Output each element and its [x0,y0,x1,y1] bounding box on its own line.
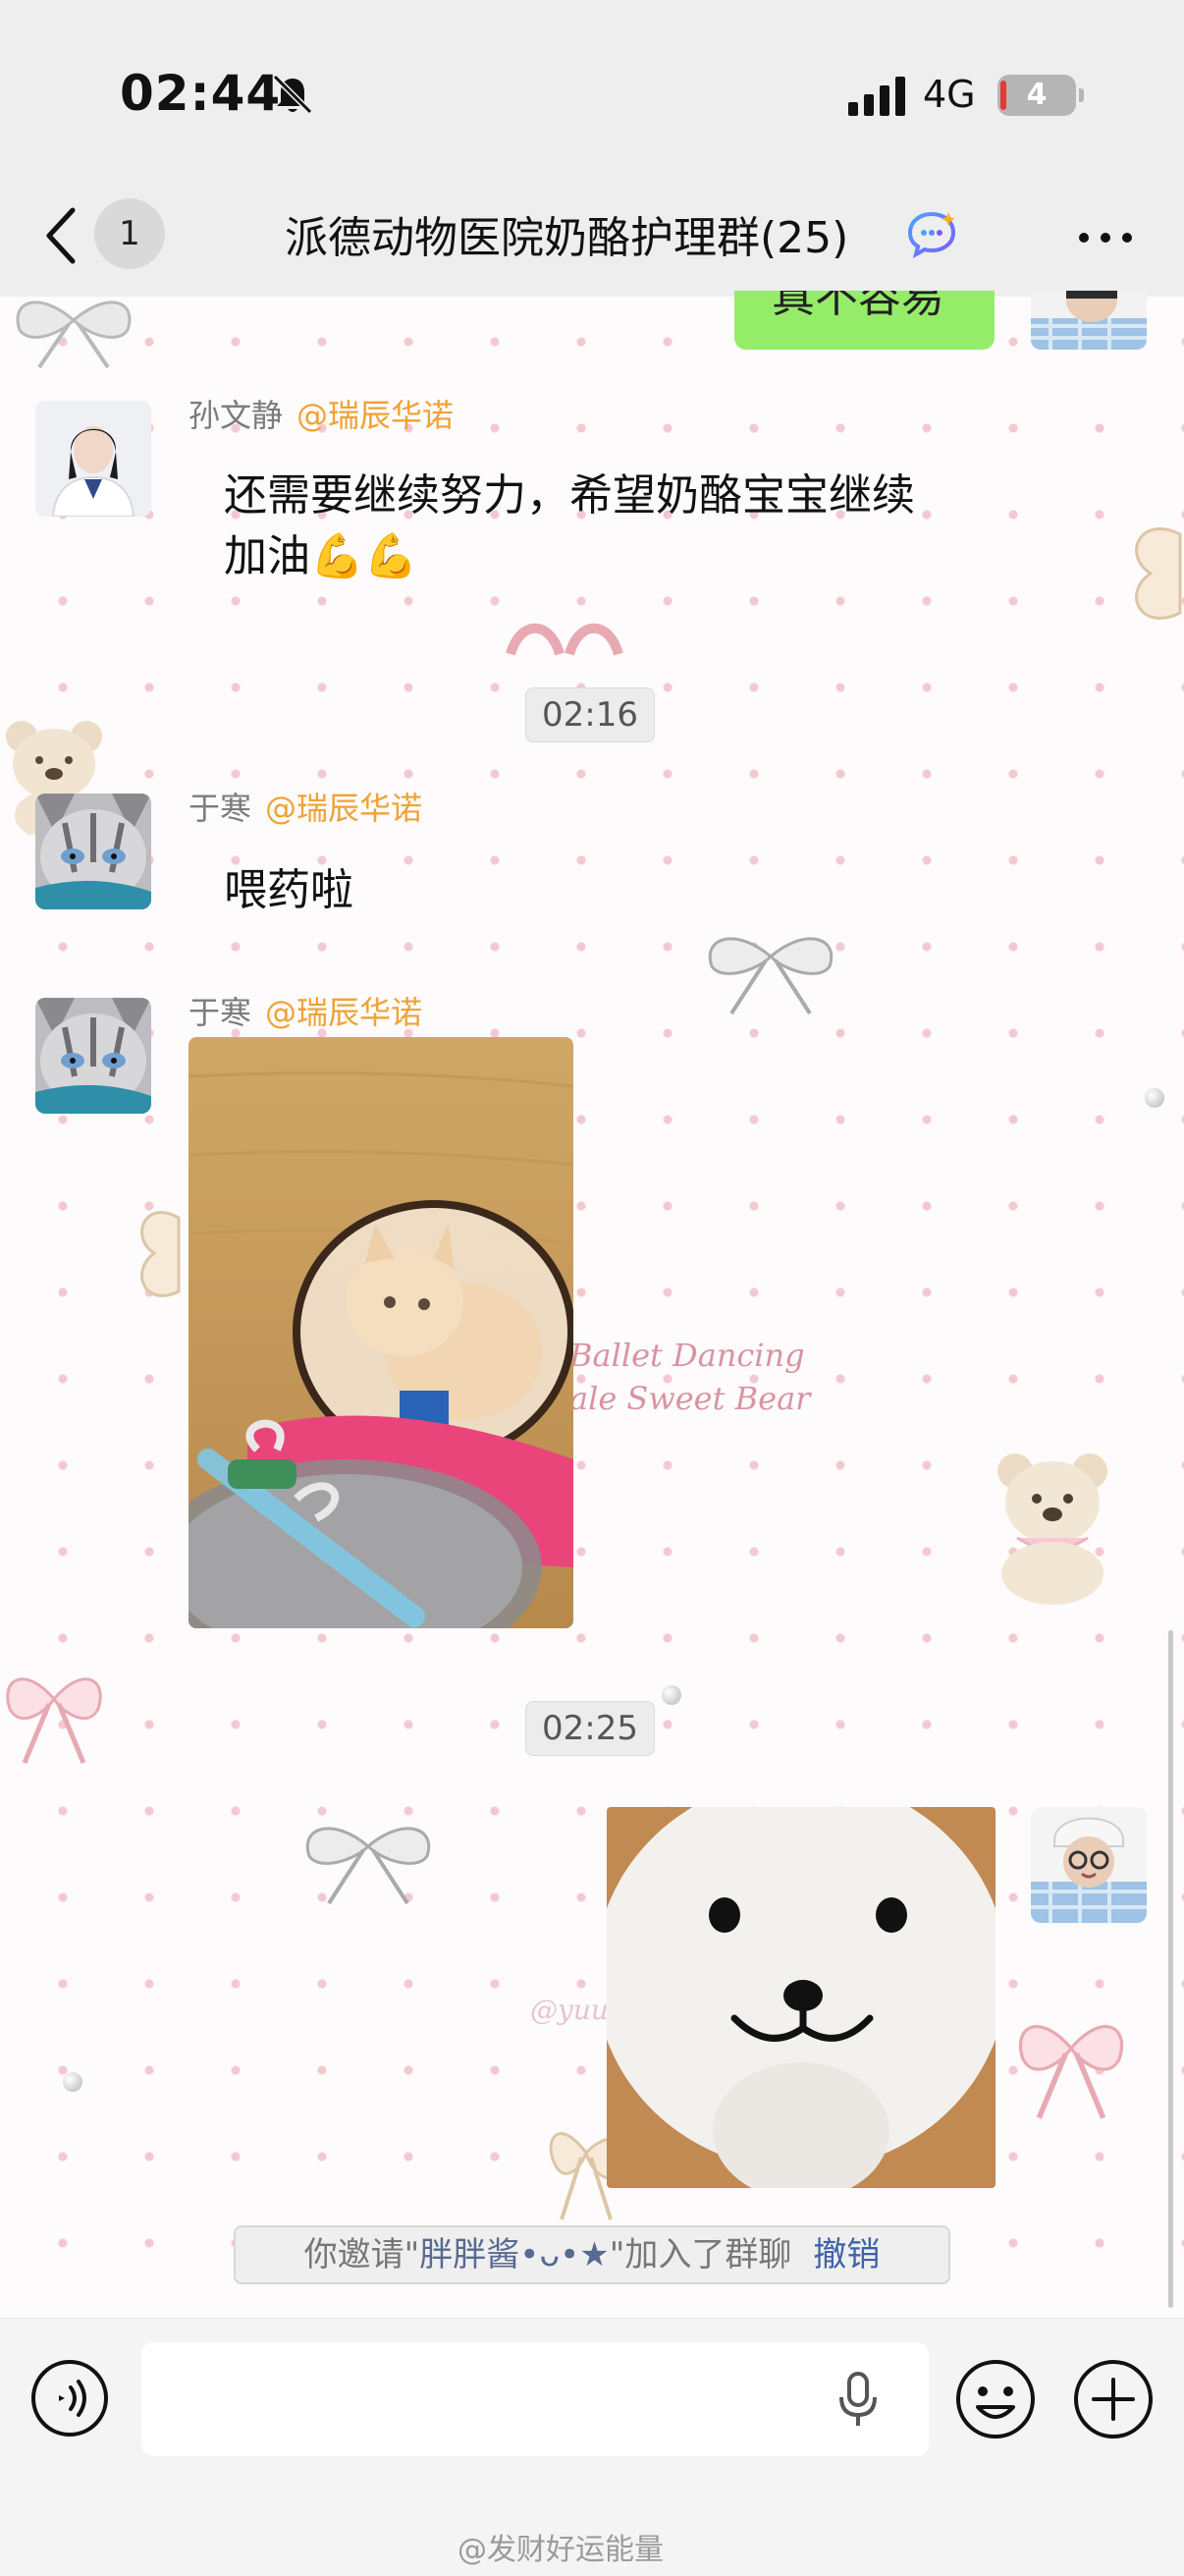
avatar-yuhan[interactable] [35,794,151,909]
watermark: @发财好运能量 [457,2533,664,2567]
message-input[interactable] [141,2342,929,2456]
avatar-self[interactable] [1031,291,1147,350]
back-icon[interactable] [41,204,81,267]
status-bar: 02:44 4G 4 [0,0,1184,177]
pearl-dot [662,1685,681,1705]
pearl-dot [1145,1088,1164,1108]
pink-bow-icon [506,623,623,656]
sender-name: 孙文静 @瑞辰华诺 [188,397,455,434]
voice-icon[interactable] [29,2358,110,2439]
image-message-plush-bear[interactable] [607,1807,996,2188]
message-text[interactable]: 还需要继续努力，希望奶酪宝宝继续 加油💪💪 [224,466,1009,587]
mute-bell-icon [272,74,313,115]
teddy-bear-icon [997,1453,1107,1605]
message-text: 真不容易 [772,291,944,322]
wallpaper-script-text: Ballet Dancing ale Sweet Bear [569,1337,811,1417]
network-type: 4G [923,73,976,116]
mention-tag[interactable]: @瑞辰华诺 [265,994,422,1031]
emoji-icon[interactable] [954,2358,1037,2440]
unread-count-badge[interactable]: 1 [94,198,165,269]
pink-bow-icon [6,1677,102,1764]
ribbon-bow-icon [708,937,834,1015]
mention-tag[interactable]: @瑞辰华诺 [296,397,454,434]
mention-tag[interactable]: @瑞辰华诺 [265,790,422,827]
undo-link[interactable]: 撤销 [813,2235,880,2275]
chat-header: 1 派德动物医院奶酪护理群(25) [0,177,1184,297]
mic-icon[interactable] [836,2372,880,2429]
invitee-name[interactable]: 胖胖酱•ᴗ•★ [419,2235,609,2275]
status-time: 02:44 [120,65,282,122]
cream-bow-icon [140,1211,181,1297]
cream-bow-icon [1135,527,1182,620]
image-message-cat[interactable] [188,1037,573,1628]
pearl-dot [63,2072,82,2092]
ribbon-bow-icon [305,1827,431,1905]
message-text[interactable]: 喂药啦 [224,860,353,921]
avatar-self[interactable] [1031,1807,1147,1923]
scrollbar[interactable] [1168,1630,1173,2308]
ai-chat-icon[interactable] [905,208,958,261]
more-icon[interactable] [1076,230,1135,246]
chat-title[interactable]: 派德动物医院奶酪护理群(25) [285,202,848,265]
system-notice: 你邀请"胖胖酱•ᴗ•★"加入了群聊 撤销 [234,2225,950,2284]
timestamp-divider: 02:16 [525,687,655,742]
ribbon-bow-icon [16,301,132,369]
avatar-sunwenjing[interactable] [35,401,151,517]
plus-icon[interactable] [1072,2358,1155,2440]
sender-name: 于寒 @瑞辰华诺 [188,994,423,1031]
wallpaper-signature-text: @yuu [530,1994,609,2026]
input-bar: @发财好运能量 [0,2318,1184,2576]
pink-bow-icon [1018,2025,1124,2119]
timestamp-divider: 02:25 [525,1701,655,1756]
battery-icon: 4 [997,75,1084,116]
avatar-yuhan[interactable] [35,998,151,1114]
sender-name: 于寒 @瑞辰华诺 [188,790,423,827]
signal-icon [848,77,905,116]
message-bubble-outgoing[interactable]: 真不容易 [734,291,995,350]
